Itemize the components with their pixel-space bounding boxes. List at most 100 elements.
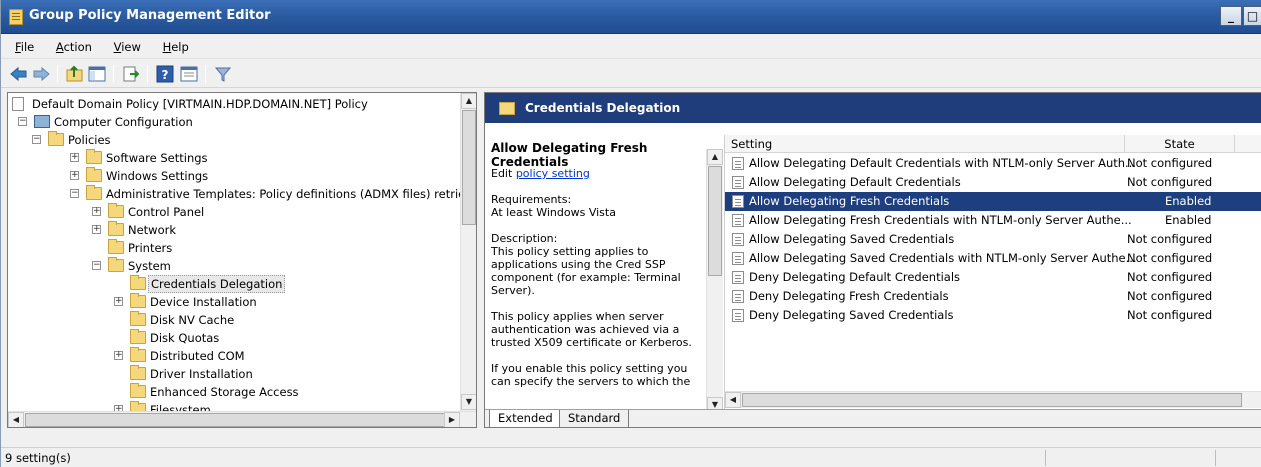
scroll-thumb[interactable]	[462, 110, 476, 225]
forward-arrow-icon[interactable]	[31, 64, 51, 84]
status-text: 9 setting(s)	[5, 451, 71, 465]
folder-icon	[86, 185, 102, 200]
policy-setting-icon	[732, 176, 744, 189]
menu-bar: File Action View Help	[1, 35, 1261, 59]
column-header-state[interactable]: State	[1125, 135, 1235, 153]
policy-setting-icon	[732, 195, 744, 208]
collapse-icon[interactable]: −	[70, 189, 79, 198]
filter-icon[interactable]	[213, 64, 233, 84]
menu-action[interactable]: Action	[52, 40, 96, 54]
setting-state: Not configured	[1127, 308, 1213, 322]
tree-label: Printers	[128, 241, 173, 255]
setting-state: Enabled	[1165, 194, 1212, 208]
policy-setting-icon	[732, 157, 744, 170]
folder-icon	[86, 167, 102, 182]
policy-setting-icon	[732, 309, 744, 322]
tree-horizontal-scrollbar[interactable]: ◀ ▶	[8, 411, 476, 427]
toolbar-separator	[147, 65, 148, 83]
menu-file[interactable]: File	[11, 40, 38, 54]
up-folder-icon[interactable]	[65, 64, 85, 84]
expand-icon[interactable]: +	[92, 225, 101, 234]
list-horizontal-scrollbar[interactable]: ◀	[725, 391, 1261, 408]
description-label: Description:	[491, 232, 558, 245]
folder-icon	[130, 311, 146, 326]
scroll-thumb[interactable]	[708, 166, 722, 276]
setting-name: Allow Delegating Fresh Credentials with …	[749, 213, 1132, 227]
properties-icon[interactable]	[179, 64, 199, 84]
computer-icon	[34, 115, 50, 128]
setting-name: Allow Delegating Fresh Credentials	[749, 194, 950, 208]
tree-label: System	[128, 259, 171, 273]
setting-row[interactable]: Allow Delegating Fresh Credentials with …	[725, 211, 1261, 230]
gpme-window: Group Policy Management Editor _ □ File …	[0, 0, 1261, 467]
back-arrow-icon[interactable]	[9, 64, 29, 84]
folder-icon	[130, 293, 146, 308]
setting-name: Deny Delegating Saved Credentials	[749, 308, 954, 322]
menu-view[interactable]: View	[110, 40, 145, 54]
setting-row-selected[interactable]: Allow Delegating Fresh Credentials Enabl…	[725, 192, 1261, 211]
setting-row[interactable]: Allow Delegating Saved Credentials with …	[725, 249, 1261, 268]
scroll-left-arrow-icon[interactable]: ◀	[725, 392, 741, 408]
collapse-icon[interactable]: −	[18, 117, 27, 126]
setting-name: Allow Delegating Saved Credentials with …	[749, 251, 1137, 265]
tab-extended[interactable]: Extended	[489, 410, 562, 427]
scroll-up-arrow-icon[interactable]: ▲	[707, 149, 723, 165]
collapse-icon[interactable]: −	[92, 261, 101, 270]
minimize-button[interactable]: _	[1220, 6, 1242, 26]
column-header-setting[interactable]: Setting	[725, 135, 1125, 153]
tree-label: Device Installation	[150, 295, 257, 309]
setting-row[interactable]: Allow Delegating Saved Credentials Not c…	[725, 230, 1261, 249]
help-icon[interactable]: ?	[155, 64, 175, 84]
expand-icon[interactable]: +	[92, 207, 101, 216]
details-pane: Credentials Delegation Allow Delegating …	[484, 92, 1261, 428]
setting-name: Allow Delegating Default Credentials wit…	[749, 156, 1137, 170]
tree-label: Driver Installation	[150, 367, 253, 381]
list-header: Setting State	[725, 135, 1261, 153]
scroll-right-arrow-icon[interactable]: ▶	[444, 412, 460, 427]
toolbar-separator	[113, 65, 114, 83]
setting-row[interactable]: Deny Delegating Default Credentials Not …	[725, 268, 1261, 287]
setting-row[interactable]: Deny Delegating Fresh Credentials Not co…	[725, 287, 1261, 306]
tree-label: Computer Configuration	[54, 115, 193, 129]
window-title: Group Policy Management Editor	[29, 8, 271, 23]
export-list-icon[interactable]	[121, 64, 141, 84]
expand-icon[interactable]: +	[70, 171, 79, 180]
menu-help[interactable]: Help	[159, 40, 193, 54]
svg-text:?: ?	[162, 68, 169, 82]
tree-label: Enhanced Storage Access	[150, 385, 299, 399]
restore-button[interactable]: □	[1243, 6, 1261, 26]
policy-setting-icon	[732, 252, 744, 265]
scroll-up-arrow-icon[interactable]: ▲	[461, 93, 476, 109]
scroll-thumb[interactable]	[25, 413, 445, 427]
scroll-thumb[interactable]	[742, 393, 1242, 407]
scroll-down-arrow-icon[interactable]: ▼	[461, 394, 476, 410]
details-header-title: Credentials Delegation	[525, 101, 681, 115]
setting-row[interactable]: Allow Delegating Default Credentials wit…	[725, 154, 1261, 173]
setting-row[interactable]: Allow Delegating Default Credentials Not…	[725, 173, 1261, 192]
setting-name: Allow Delegating Default Credentials	[749, 175, 961, 189]
policy-title: Allow Delegating Fresh Credentials	[491, 141, 648, 169]
edit-policy-setting-link[interactable]: policy setting	[516, 167, 590, 180]
policy-setting-icon	[732, 233, 744, 246]
description-vertical-scrollbar[interactable]: ▲ ▼	[706, 149, 723, 414]
show-hide-tree-icon[interactable]	[87, 64, 107, 84]
setting-row[interactable]: Deny Delegating Saved Credentials Not co…	[725, 306, 1261, 325]
setting-name: Deny Delegating Default Credentials	[749, 270, 961, 284]
setting-name: Deny Delegating Fresh Credentials	[749, 289, 949, 303]
tree-label: Default Domain Policy [VIRTMAIN.HDP.DOMA…	[32, 97, 368, 111]
expand-icon[interactable]: +	[114, 351, 123, 360]
scroll-left-arrow-icon[interactable]: ◀	[8, 412, 24, 427]
expand-icon[interactable]: +	[70, 153, 79, 162]
tree-label: Windows Settings	[106, 169, 209, 183]
setting-state: Enabled	[1165, 213, 1212, 227]
tree-label: Control Panel	[128, 205, 205, 219]
description-text: This policy setting applies to applicati…	[491, 245, 681, 297]
title-bar[interactable]: Group Policy Management Editor _ □	[1, 0, 1261, 34]
expand-icon[interactable]: +	[114, 297, 123, 306]
collapse-icon[interactable]: −	[32, 135, 41, 144]
tab-standard[interactable]: Standard	[559, 410, 630, 427]
tree-label: Software Settings	[106, 151, 208, 165]
tree-vertical-scrollbar[interactable]: ▲ ▼	[460, 93, 476, 411]
setting-state: Not configured	[1127, 156, 1213, 170]
edit-prefix: Edit	[491, 167, 516, 180]
